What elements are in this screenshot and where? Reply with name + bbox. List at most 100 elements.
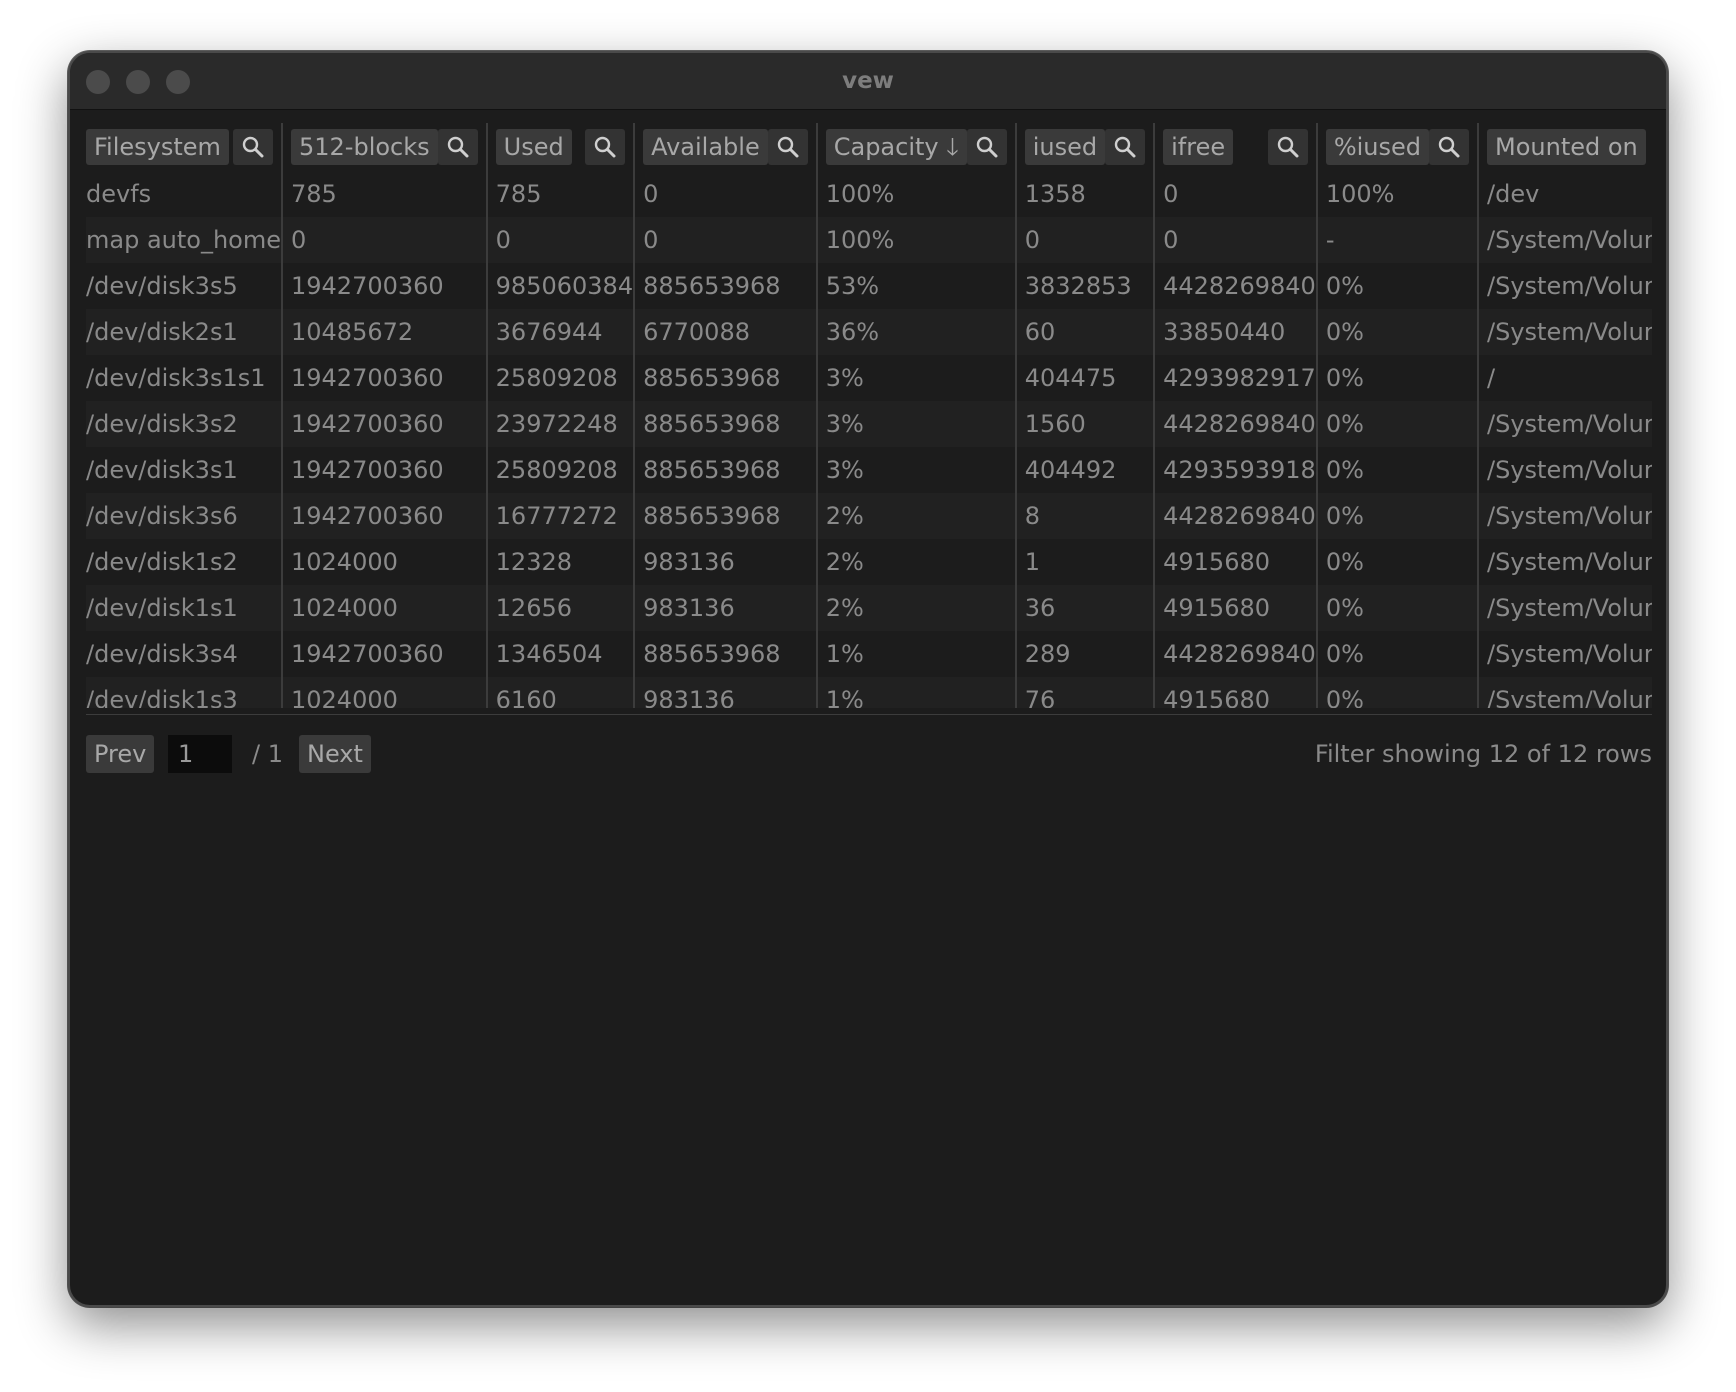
column-header-available: Available — [633, 123, 817, 171]
cell-text: /dev/disk1s3 — [86, 686, 238, 708]
table-row[interactable]: /dev/disk3s4 1942700360 1346504 885653968 1%… — [86, 631, 1652, 677]
cell-text: 1 — [1024, 548, 1041, 576]
column-header-iused: %iused — [1315, 123, 1479, 171]
table-cell: 885653968 — [633, 355, 817, 401]
main-content: Filesystem 512-blocks Used Available Capacit… — [86, 123, 1652, 785]
sort-button[interactable]: iused — [1024, 129, 1106, 165]
table-row[interactable]: /dev/disk1s3 1024000 6160 983136 1% 76 4915680… — [86, 677, 1652, 708]
cell-text: 1942700360 — [291, 640, 444, 668]
cell-text: /dev/disk1s2 — [86, 548, 238, 576]
cell-text: 983136 — [643, 594, 735, 622]
table-cell: /dev/disk1s2 — [86, 539, 282, 585]
table-row[interactable]: /dev/disk3s1 1942700360 25809208 885653968 3… — [86, 447, 1652, 493]
table-row[interactable]: devfs 785 785 0 100% 1358 0 100% /dev — [86, 171, 1652, 217]
table-cell: 0 — [633, 171, 817, 217]
page-number-input[interactable]: 1 — [168, 735, 232, 773]
table-cell: 1% — [815, 677, 1016, 708]
filter-search-button[interactable] — [1429, 129, 1470, 165]
sort-button[interactable]: Used — [495, 129, 572, 165]
cell-text: 3% — [825, 456, 864, 484]
column-header-capacity: Capacity 🡓 — [815, 123, 1016, 171]
table-row[interactable]: /dev/disk3s1s1 1942700360 25809208 88565396… — [86, 355, 1652, 401]
table-cell: 33850440 — [1153, 309, 1317, 355]
table-cell: 983136 — [633, 677, 817, 708]
cell-text: 1942700360 — [291, 272, 444, 300]
cell-text: 1942700360 — [291, 502, 444, 530]
table-cell: 25809208 — [485, 355, 635, 401]
table-cell: 3832853 — [1014, 263, 1155, 309]
cell-text: 1% — [825, 686, 864, 708]
cell-text: 0 — [643, 226, 659, 254]
prev-page-button[interactable]: Prev — [86, 735, 155, 773]
sort-button[interactable]: 512-blocks — [291, 129, 438, 165]
table-cell: 289 — [1014, 631, 1155, 677]
sort-button[interactable]: ifree — [1163, 129, 1234, 165]
table-footer-divider — [86, 714, 1652, 715]
table-cell: 0% — [1315, 401, 1479, 447]
filter-search-button[interactable] — [1105, 129, 1146, 165]
cell-text: /System/Volumes/iSCPreboot — [1487, 594, 1652, 622]
filter-search-button[interactable] — [966, 129, 1007, 165]
table-row[interactable]: /dev/disk3s5 1942700360 985060384 885653968… — [86, 263, 1652, 309]
filter-search-button[interactable] — [767, 129, 808, 165]
cell-text: 985060384 — [495, 272, 634, 300]
cell-text: 100% — [825, 180, 895, 208]
table-cell: /dev/disk3s5 — [86, 263, 282, 309]
table-cell: 1942700360 — [281, 263, 487, 309]
cell-text: 0% — [1325, 594, 1364, 622]
table-cell: 1942700360 — [281, 447, 487, 493]
table-row[interactable]: /dev/disk2s1 10485672 3676944 6770088 36% 60 3… — [86, 309, 1652, 355]
table-cell: 4428269840 — [1153, 631, 1317, 677]
table-cell: 23972248 — [485, 401, 635, 447]
cell-text: 4293982917 — [1163, 364, 1316, 392]
table-cell: /System/Volumes/Preboot — [1477, 401, 1652, 447]
table-cell: 404475 — [1014, 355, 1155, 401]
sort-button[interactable]: Capacity 🡓 — [825, 129, 967, 165]
table-cell: 0% — [1315, 677, 1479, 708]
cell-text: / — [1487, 364, 1496, 392]
sort-button[interactable]: Filesystem — [86, 129, 229, 165]
table-cell: /dev/disk1s3 — [86, 677, 282, 708]
cell-text: 16777272 — [495, 502, 618, 530]
table-row[interactable]: /dev/disk1s1 1024000 12656 983136 2% 36 491568… — [86, 585, 1652, 631]
cell-text: 3832853 — [1024, 272, 1132, 300]
search-icon — [594, 136, 616, 158]
cell-text: 53% — [825, 272, 880, 300]
filter-search-button[interactable] — [233, 129, 273, 165]
table-cell: map auto_home — [86, 217, 282, 263]
table-cell: 885653968 — [633, 493, 817, 539]
filter-search-button[interactable] — [1267, 129, 1308, 165]
sort-button[interactable]: %iused — [1325, 129, 1430, 165]
table-cell: 1346504 — [485, 631, 635, 677]
column-header-used: Used — [485, 123, 635, 171]
table-cell: 4915680 — [1153, 677, 1317, 708]
cell-text: 4915680 — [1163, 548, 1271, 576]
title-bar: vew — [70, 53, 1666, 110]
cell-text: 885653968 — [643, 502, 781, 530]
sort-button[interactable]: Mounted on — [1487, 129, 1646, 165]
filter-search-button[interactable] — [585, 129, 626, 165]
filter-search-button[interactable] — [437, 129, 478, 165]
cell-text: devfs — [86, 180, 152, 208]
search-icon — [242, 136, 264, 158]
cell-text: 1024000 — [291, 548, 398, 576]
cell-text: 885653968 — [643, 364, 781, 392]
table-cell: 885653968 — [633, 401, 817, 447]
cell-text: 885653968 — [643, 456, 781, 484]
table-row[interactable]: map auto_home 0 0 0 100% 0 0 - /System/Volumes/D… — [86, 217, 1652, 263]
cell-text: 33850440 — [1163, 318, 1286, 346]
app-window: vew Filesystem 512-blocks Used Available Cap… — [68, 51, 1668, 1307]
next-page-button[interactable]: Next — [299, 735, 371, 773]
table-cell: 885653968 — [633, 263, 817, 309]
table-row[interactable]: /dev/disk3s2 1942700360 23972248 885653968 3… — [86, 401, 1652, 447]
table-cell: /System/Volumes/Hardware — [1477, 677, 1652, 708]
sort-button[interactable]: Available — [643, 129, 768, 165]
filter-status-text: Filter showing 12 of 12 rows — [1314, 740, 1652, 768]
table-row[interactable]: /dev/disk3s6 1942700360 16777272 885653968 2… — [86, 493, 1652, 539]
table-cell: 25809208 — [485, 447, 635, 493]
table-row[interactable]: /dev/disk1s2 1024000 12328 983136 2% 1 4915680… — [86, 539, 1652, 585]
cell-text: 0% — [1325, 272, 1364, 300]
table-cell: 785 — [281, 171, 487, 217]
table-cell: 3% — [815, 401, 1016, 447]
table-cell: /System/Volumes/Data — [1477, 263, 1652, 309]
